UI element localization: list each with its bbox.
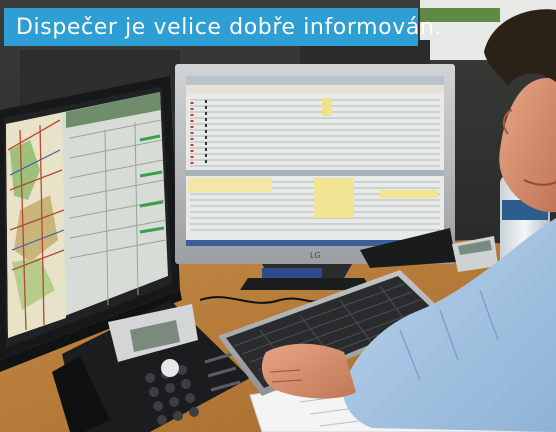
caption-banner: Dispečer je velice dobře informován. bbox=[4, 8, 441, 46]
photo-frame: LG Dispečer je velice dobře informován. bbox=[0, 0, 556, 432]
caption-text: Dispečer je velice dobře informován. bbox=[16, 14, 443, 40]
photo-scene: LG bbox=[0, 0, 556, 432]
right-screen bbox=[186, 76, 444, 246]
monitor-brand-logo: LG bbox=[310, 251, 321, 260]
